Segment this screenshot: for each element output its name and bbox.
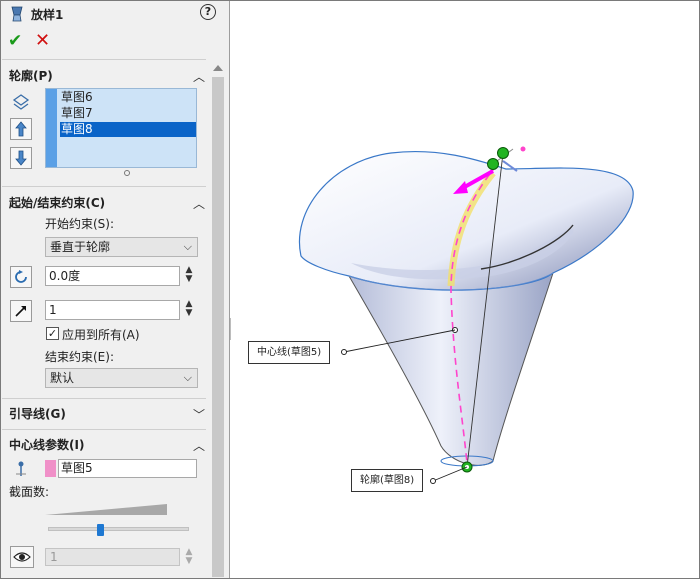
angle-spinner[interactable]: ▲ ▼ [183,266,195,286]
feature-title: 放样1 [31,7,64,22]
panel-scrollbar[interactable] [208,63,228,578]
preview-spinner: ▲ ▼ [183,548,195,568]
centerline-callout[interactable]: 中心线(草图5) [248,341,331,364]
ok-button[interactable]: ✔ [8,31,22,51]
start-constraint-label: 开始约束(S): [45,217,115,231]
tangent-length-button[interactable] [10,300,32,322]
spin-down-icon[interactable]: ▼ [183,275,195,284]
profile-leader-line [432,466,468,482]
centerline-icon [16,461,26,476]
profiles-section-header[interactable]: 轮廓(P) ︿ [9,67,205,85]
loft-preview-model [299,146,634,484]
scroll-up-icon[interactable] [213,65,223,71]
connector-endpoint [520,146,526,152]
listbox-resize-handle[interactable] [124,170,130,176]
guides-section-title: 引导线(G) [9,407,66,421]
move-up-button[interactable] [10,118,32,140]
angle-input[interactable]: 0.0度 [45,266,180,286]
cancel-button[interactable]: ✕ [35,30,50,51]
panel-divider [229,1,230,578]
separator [2,186,206,187]
sections-ramp-graphic [45,504,167,515]
constraints-section-header[interactable]: 起始/结束约束(C) ︿ [9,194,205,212]
end-constraint-label: 结束约束(E): [45,350,114,364]
profile-handle-top[interactable] [497,147,509,159]
scrollbar-thumb[interactable] [212,77,224,577]
profile-list-item[interactable]: 草图7 [60,106,196,121]
spin-down-icon[interactable]: ▼ [183,309,195,318]
profile-callout[interactable]: 轮廓(草图8) [351,469,424,492]
graphics-viewport[interactable]: 中心线(草图5) 轮廓(草图8) [231,1,699,578]
expand-icon[interactable]: ﹀ [193,406,205,423]
profile-handle-mid[interactable] [487,158,499,170]
eye-icon [13,552,31,562]
leader-anchor [341,349,347,355]
arrow-up-icon [15,121,27,137]
separator [2,398,206,399]
guides-section-header[interactable]: 引导线(G) ﹀ [9,405,205,423]
profiles-listbox[interactable]: 草图6 草图7 草图8 [45,88,197,168]
separator [2,429,206,430]
sections-slider-thumb[interactable] [97,524,105,536]
end-constraint-select[interactable]: 默认 ⌵ [45,368,198,388]
profile-list-item[interactable]: 草图6 [60,90,196,105]
apply-to-all-label: 应用到所有(A) [62,328,140,342]
arrow-down-icon [15,150,27,166]
collapse-icon[interactable]: ︿ [193,68,205,85]
help-icon[interactable]: ? [200,4,216,20]
property-manager: 放样1 ? ✔ ✕ 轮廓(P) ︿ 草图6 草图7 草图8 起始/结束约束(C)… [1,1,229,578]
rotate-icon [15,270,27,283]
separator [2,59,206,60]
centerline-sketch-field[interactable]: 草图5 [58,459,197,478]
chevron-down-icon: ⌵ [183,371,192,384]
tangent-arrow-icon [15,306,26,317]
end-constraint-value: 默认 [50,371,75,385]
loft-feature-icon [11,6,23,22]
sections-slider-track[interactable] [48,527,189,531]
spin-down-icon: ▼ [185,556,193,566]
feature-title-row: 放样1 [9,4,63,24]
collapse-icon[interactable]: ︿ [193,437,205,454]
direction-vector-button[interactable] [10,266,32,288]
tangent-length-spinner[interactable]: ▲ ▼ [183,300,195,320]
leader-anchor [430,478,436,484]
centerline-color-swatch [45,460,56,477]
profile-list-item-selected[interactable]: 草图8 [60,122,196,137]
profiles-color-strip [46,89,57,167]
start-constraint-select[interactable]: 垂直于轮廓 ⌵ [45,237,198,257]
start-constraint-value: 垂直于轮廓 [50,240,111,254]
chevron-down-icon: ⌵ [183,240,192,253]
move-down-button[interactable] [10,147,32,169]
apply-to-all-checkbox[interactable]: ✓ [46,327,59,340]
constraints-section-title: 起始/结束约束(C) [9,196,106,210]
centerline-section-header[interactable]: 中心线参数(I) ︿ [9,436,205,454]
sections-count-label: 截面数: [9,485,50,499]
tangent-length-input[interactable]: 1 [45,300,180,320]
preview-sections-field: 1 [45,548,180,566]
profile-sketch-icon [12,94,30,110]
profiles-section-title: 轮廓(P) [9,69,53,83]
collapse-icon[interactable]: ︿ [193,195,205,212]
centerline-section-title: 中心线参数(I) [9,438,85,452]
show-preview-button[interactable] [10,546,34,568]
